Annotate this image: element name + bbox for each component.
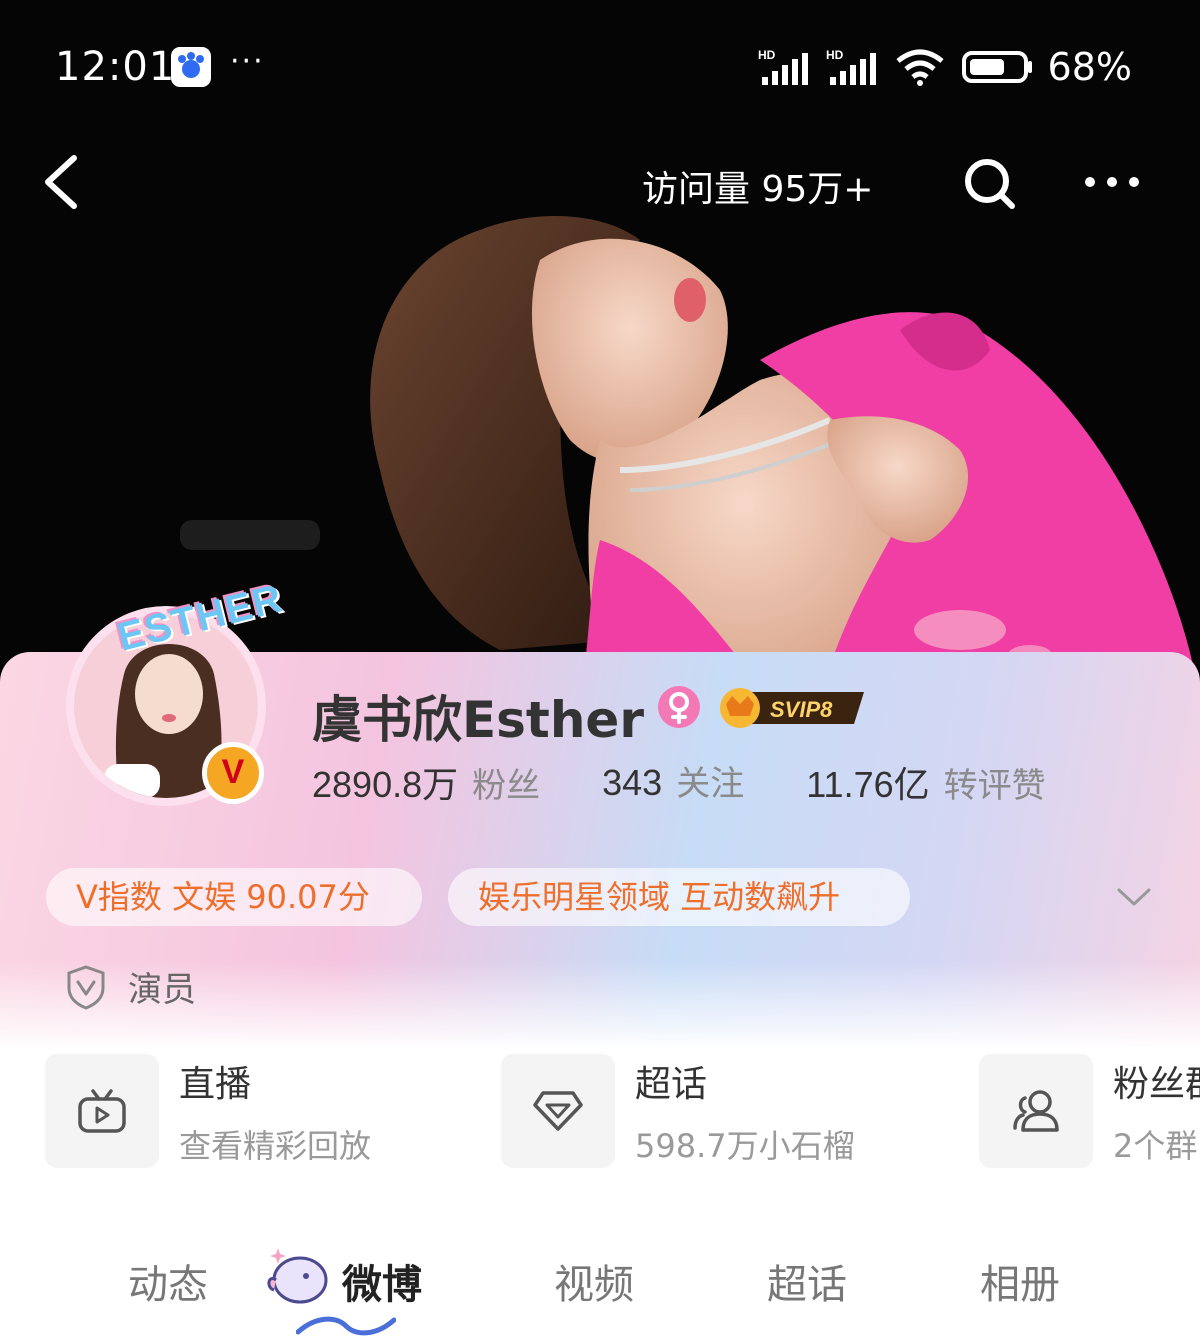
- group-icon: [979, 1054, 1093, 1168]
- feature-live[interactable]: 直播 查看精彩回放: [45, 1054, 371, 1168]
- hd-signal-icon: HD: [826, 48, 876, 85]
- female-gender-icon: [658, 686, 700, 728]
- avatar[interactable]: ESTHER V: [36, 566, 287, 826]
- tab-album[interactable]: 相册: [980, 1252, 1060, 1310]
- tab-super-topic[interactable]: 超话: [767, 1252, 847, 1310]
- status-bar: 12:01 ··· HD HD 68%: [0, 0, 1200, 130]
- verified-v-badge: V: [202, 742, 264, 804]
- status-right-group: HD HD 68%: [758, 44, 1132, 90]
- tab-video[interactable]: 视频: [554, 1252, 634, 1310]
- search-icon[interactable]: [960, 154, 1020, 214]
- svip-label: SVIP8: [770, 697, 833, 722]
- hd-signal-icon: HD: [758, 48, 808, 85]
- stat-following[interactable]: 343 关注: [602, 756, 744, 808]
- feature-subtitle: 598.7万小石榴: [635, 1127, 855, 1165]
- svg-text:HD: HD: [758, 48, 776, 62]
- feature-title: 直播: [179, 1064, 252, 1105]
- feature-title: 超话: [635, 1064, 708, 1105]
- wifi-icon: [895, 49, 944, 86]
- feature-subtitle: 查看精彩回放: [179, 1127, 372, 1165]
- occupation-label: 演员: [128, 970, 196, 1010]
- stat-label: 转评赞: [943, 766, 1046, 806]
- shield-v-icon: [67, 964, 105, 1010]
- back-arrow-icon[interactable]: [38, 152, 86, 212]
- profile-tabs: 动态 微博 视频 超话 相册: [0, 1240, 1200, 1338]
- stat-value: 11.76亿: [806, 764, 930, 805]
- profile-name: 虞书欣Esther: [312, 691, 644, 749]
- feature-title: 粉丝群: [1113, 1064, 1200, 1105]
- feature-subtitle: 2个群: [1113, 1127, 1198, 1165]
- stat-label: 粉丝: [472, 766, 541, 806]
- trending-pill[interactable]: 娱乐明星领域 互动数飙升: [448, 868, 910, 926]
- stat-label: 关注: [676, 764, 745, 804]
- whale-mascot-icon: [267, 1248, 328, 1304]
- nav-bar: 访问量 95万+: [0, 140, 1200, 224]
- tab-dynamic[interactable]: 动态: [128, 1252, 208, 1310]
- stat-reposts-comments-likes[interactable]: 11.76亿 转评赞: [806, 756, 1045, 808]
- notification-dots: ···: [230, 44, 265, 79]
- active-tab-wave-indicator: [296, 1316, 396, 1336]
- stat-value: 343: [602, 762, 663, 803]
- v-index-pill[interactable]: V指数 文娱 90.07分: [46, 868, 422, 926]
- feature-fan-group[interactable]: 粉丝群 2个群: [979, 1054, 1200, 1168]
- svip-badge[interactable]: SVIP8: [714, 684, 870, 730]
- svg-text:HD: HD: [826, 48, 844, 62]
- diamond-icon: [501, 1054, 615, 1168]
- status-time: 12:01: [55, 44, 176, 90]
- battery-icon: [961, 51, 1032, 83]
- more-icon[interactable]: [1084, 170, 1140, 194]
- stat-value: 2890.8万: [312, 764, 459, 805]
- tab-weibo[interactable]: 微博: [342, 1252, 422, 1310]
- feature-super-topic[interactable]: 超话 598.7万小石榴: [501, 1054, 855, 1168]
- battery-percent: 68%: [1047, 45, 1132, 89]
- stat-followers[interactable]: 2890.8万 粉丝: [312, 756, 540, 808]
- occupation-row: 演员: [66, 962, 196, 1011]
- tv-icon: [45, 1054, 159, 1168]
- visit-count: 访问量 95万+: [642, 169, 874, 210]
- profile-stats: 2890.8万 粉丝 343 关注 11.76亿 转评赞: [312, 756, 1108, 808]
- baidu-app-icon: [171, 47, 211, 87]
- chevron-down-icon[interactable]: [1116, 882, 1152, 912]
